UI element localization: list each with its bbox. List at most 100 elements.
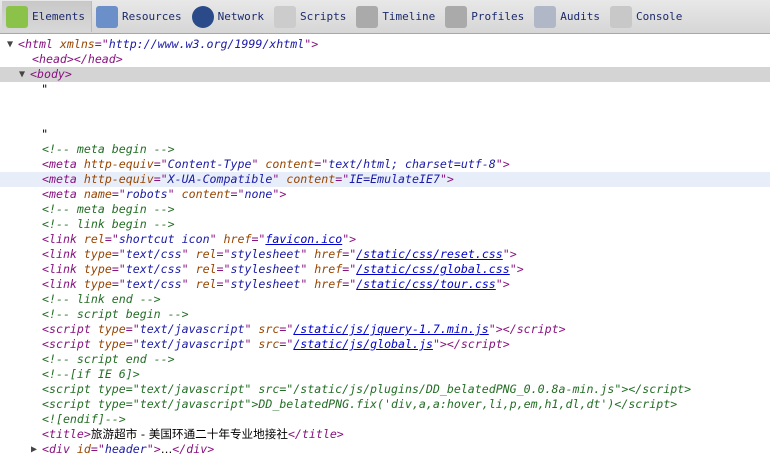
- dom-node-row[interactable]: <!-- script end -->: [0, 352, 770, 367]
- dom-node-row[interactable]: <link rel="shortcut icon" href="favicon.…: [0, 232, 770, 247]
- dom-node-row[interactable]: <meta name="robots" content="none">: [0, 187, 770, 202]
- tab-resources[interactable]: Resources: [92, 1, 188, 32]
- tag-token: <body>: [30, 67, 72, 81]
- dom-node-row[interactable]: <script type="text/javascript" src="/sta…: [0, 322, 770, 337]
- link-value[interactable]: favicon.ico: [265, 232, 342, 246]
- dom-node-row[interactable]: <link type="text/css" rel="stylesheet" h…: [0, 247, 770, 262]
- tag-token: ": [181, 262, 196, 276]
- tag-token: =": [104, 232, 119, 246]
- dom-node-row[interactable]: <!-- link end -->: [0, 292, 770, 307]
- dom-node-row[interactable]: ▼ <html xmlns="http://www.w3.org/1999/xht…: [0, 37, 770, 52]
- dom-node-row[interactable]: [0, 97, 770, 112]
- dom-node-row[interactable]: <!-- meta begin -->: [0, 202, 770, 217]
- attribute-name: rel: [83, 232, 105, 246]
- tag-token: =": [153, 157, 168, 171]
- dom-node-row[interactable]: <head></head>: [0, 52, 770, 67]
- text-node: …: [160, 442, 173, 456]
- audits-icon: [534, 5, 557, 28]
- tag-token: ">: [502, 247, 517, 261]
- dom-node-row[interactable]: <!-- meta begin -->: [0, 142, 770, 157]
- attribute-name: type: [97, 337, 126, 351]
- tag-token: ": [300, 277, 315, 291]
- tag-token: <link: [42, 247, 84, 261]
- attribute-name: type: [83, 277, 112, 291]
- comment: <!--[if IE 6]>: [42, 367, 140, 381]
- link-value[interactable]: /static/css/tour.css: [356, 277, 496, 291]
- tag-token: ">: [146, 442, 161, 456]
- attribute-name: content: [286, 172, 336, 186]
- dom-node-row[interactable]: ": [0, 127, 770, 142]
- dom-node-row[interactable]: ": [0, 82, 770, 97]
- comment: <!-- script begin -->: [42, 307, 189, 321]
- attribute-value: X-UA-Compatible: [167, 172, 273, 186]
- dom-node-row[interactable]: ▶ <div id="header">…</div>: [0, 442, 770, 457]
- link-value[interactable]: /static/js/jquery-1.7.min.js: [293, 322, 488, 336]
- collapsed-triangle-icon[interactable]: ▶: [31, 442, 37, 457]
- tab-label: Elements: [32, 10, 85, 23]
- console-icon: [610, 5, 633, 28]
- tag-token: <link: [42, 262, 84, 276]
- dom-node-row[interactable]: <meta http-equiv =" X-UA-Compatible" conte…: [0, 172, 770, 187]
- tag-token: ">: [495, 157, 510, 171]
- dom-node-row[interactable]: <script type="text/javascript">DD_belate…: [0, 397, 770, 412]
- tab-console[interactable]: Console: [606, 1, 688, 32]
- tag-token: ">: [495, 277, 510, 291]
- tag-token: ": [181, 277, 196, 291]
- tab-network[interactable]: Network: [188, 1, 270, 32]
- tab-scripts[interactable]: Scripts: [270, 1, 352, 32]
- tag-token: <meta: [42, 172, 84, 186]
- attribute-value: text/javascript: [139, 322, 245, 336]
- elements-icon: [6, 5, 28, 28]
- dom-node-row[interactable]: [0, 112, 770, 127]
- dom-node-row[interactable]: <!--[if IE 6]>: [0, 367, 770, 382]
- dom-node-row[interactable]: <!-- link begin -->: [0, 217, 770, 232]
- tab-timeline[interactable]: Timeline: [352, 1, 441, 32]
- tag-token: =": [111, 277, 126, 291]
- tag-token: ">: [304, 37, 319, 51]
- link-value[interactable]: /static/css/global.css: [356, 262, 510, 276]
- tag-token: =": [216, 247, 231, 261]
- dom-node-row[interactable]: ▼ <body>: [0, 67, 770, 82]
- expanded-triangle-icon[interactable]: ▼: [19, 67, 25, 82]
- dom-node-row[interactable]: <script type="text/javascript" src="/sta…: [0, 337, 770, 352]
- tag-token: ": [272, 172, 287, 186]
- attribute-value: robots: [125, 187, 168, 201]
- tag-token: ">: [272, 187, 287, 201]
- text-node: 旅游超市 - 美国环通二十年专业地接社: [90, 427, 288, 441]
- dom-node-row[interactable]: <!-- script begin -->: [0, 307, 770, 322]
- attribute-name: href: [314, 262, 343, 276]
- tag-token: ": [244, 322, 259, 336]
- tag-token: ": [167, 187, 182, 201]
- dom-node-row[interactable]: <script type="text/javascript" src="/sta…: [0, 382, 770, 397]
- tag-token: =": [335, 172, 350, 186]
- dom-tree: ▼ <html xmlns="http://www.w3.org/1999/xht…: [0, 34, 770, 457]
- tab-profiles[interactable]: Profiles: [441, 1, 530, 32]
- panel-toolbar: Elements Resources Network Scripts Timeline P…: [0, 0, 770, 34]
- dom-node-row[interactable]: <link type="text/css" rel="stylesheet" h…: [0, 262, 770, 277]
- attribute-value: none: [244, 187, 273, 201]
- attribute-value: text/javascript: [139, 337, 245, 351]
- dom-node-row[interactable]: <meta http-equiv="Content-Type" content=…: [0, 157, 770, 172]
- tag-token: ": [181, 247, 196, 261]
- tab-label: Profiles: [471, 10, 525, 23]
- comment: <!-- script end -->: [42, 352, 175, 366]
- text-node: ": [42, 127, 48, 141]
- network-icon: [191, 5, 214, 28]
- link-value[interactable]: /static/css/reset.css: [356, 247, 503, 261]
- tag-token: =": [216, 262, 231, 276]
- profiles-icon: [445, 5, 468, 28]
- link-value[interactable]: /static/js/global.js: [293, 337, 433, 351]
- attribute-name: type: [83, 247, 112, 261]
- dom-node-row[interactable]: <![endif]-->: [0, 412, 770, 427]
- tag-token: ": [244, 337, 259, 351]
- dom-node-row[interactable]: <link type="text/css" rel="stylesheet" h…: [0, 277, 770, 292]
- attribute-name: http-equiv: [83, 172, 154, 186]
- tag-token: ": [251, 157, 266, 171]
- tag-token: =": [125, 322, 140, 336]
- tag-token: ": [300, 247, 315, 261]
- tab-audits[interactable]: Audits: [530, 1, 606, 32]
- dom-node-row[interactable]: <title>旅游超市 - 美国环通二十年专业地接社</title>: [0, 427, 770, 442]
- attribute-name: http-equiv: [83, 157, 154, 171]
- tab-elements[interactable]: Elements: [2, 1, 92, 32]
- expanded-triangle-icon[interactable]: ▼: [7, 37, 13, 52]
